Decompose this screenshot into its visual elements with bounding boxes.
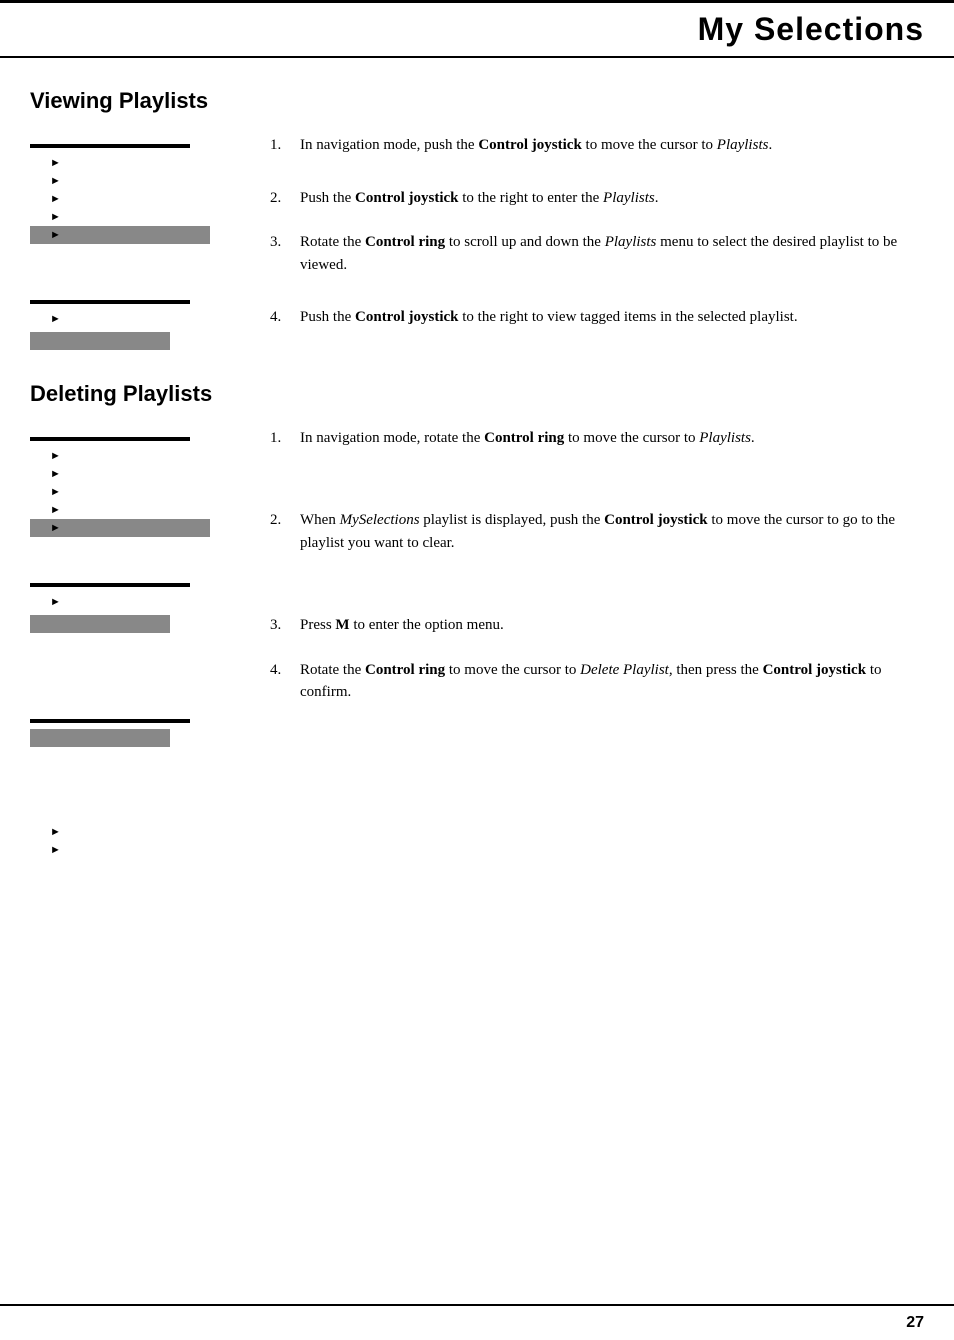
arrow-icon-3: ► (50, 193, 61, 205)
deleting-playlists-section: ► ► ► ► ► ► (30, 427, 924, 859)
deleting-step-3: 3. Press M to enter the option menu. (270, 614, 924, 637)
del-arrow-4: ► (50, 504, 61, 516)
viewing-step-3: 3. Rotate the Control ring to scroll up … (270, 231, 924, 276)
del-bottom-row-1: ► (30, 823, 210, 841)
del-arrow-2: ► (50, 468, 61, 480)
mockup-row-1: ► (30, 154, 210, 172)
deleting-mockup-1: ► ► ► ► ► (30, 437, 210, 537)
bold-text-2: Control joystick (355, 190, 458, 206)
italic-text-2: Playlists (603, 190, 655, 206)
viewing-step-4: 4. Push the Control joystick to the righ… (270, 306, 924, 329)
bold-text-4: Control joystick (355, 309, 458, 325)
main-content: Viewing Playlists ► ► ► ► ► (0, 58, 954, 949)
del-arrow-1: ► (50, 450, 61, 462)
deleting-steps-list: 1. In navigation mode, rotate the Contro… (270, 427, 924, 704)
arrow-icon-single: ► (50, 313, 61, 325)
del-mockup-row-4: ► (30, 501, 210, 519)
deleting-mockup-2: ► (30, 583, 210, 633)
italic-text: Playlists (717, 137, 769, 153)
page-number: 27 (906, 1314, 924, 1332)
del-bold-4a: Control ring (365, 662, 445, 678)
viewing-mockup-2: ► (30, 300, 210, 350)
deleting-step-2: 2. When MySelections playlist is display… (270, 509, 924, 554)
del-arrow-3: ► (50, 486, 61, 498)
deleting-mockup-3 (30, 719, 210, 747)
footer-bar: 27 (0, 1304, 954, 1340)
del-italic-2: MySelections (340, 512, 420, 528)
del-bottom-arrow-1: ► (50, 826, 61, 838)
arrow-icon-1: ► (50, 157, 61, 169)
viewing-playlists-section: ► ► ► ► ► ► (30, 134, 924, 351)
bold-text-3: Control ring (365, 234, 445, 250)
viewing-instructions: 1. In navigation mode, push the Control … (270, 134, 924, 351)
page-title: My Selections (698, 11, 924, 47)
del-mockup-row-3: ► (30, 483, 210, 501)
del-italic-4: Delete Playlist, (580, 662, 672, 678)
del-single-arrow: ► (50, 596, 61, 608)
del-mockup-row-2: ► (30, 465, 210, 483)
del-bold-3: M (335, 617, 349, 633)
viewing-playlists-title: Viewing Playlists (30, 88, 924, 114)
viewing-step-1: 1. In navigation mode, push the Control … (270, 134, 924, 157)
del-mockup-top-bar-1 (30, 437, 190, 441)
italic-text-3: Playlists (605, 234, 657, 250)
viewing-mockup-1: ► ► ► ► ► (30, 144, 210, 244)
mockup-row-2: ► (30, 172, 210, 190)
deleting-mockup-4: ► ► (30, 823, 210, 859)
del-italic-1: Playlists (699, 430, 751, 446)
del-mockup-row-highlighted: ► (30, 519, 210, 537)
arrow-icon-4: ► (50, 211, 61, 223)
del-highlight-bar-2 (30, 615, 170, 633)
deleting-step-1: 1. In navigation mode, rotate the Contro… (270, 427, 924, 450)
viewing-diagram-col: ► ► ► ► ► ► (30, 134, 250, 351)
bold-text: Control joystick (478, 137, 581, 153)
deleting-instructions: 1. In navigation mode, rotate the Contro… (270, 427, 924, 859)
deleting-diagram-col: ► ► ► ► ► ► (30, 427, 250, 859)
del-bold-4b: Control joystick (763, 662, 866, 678)
mockup-row-4: ► (30, 208, 210, 226)
del-bottom-row-2: ► (30, 841, 210, 859)
viewing-step-2: 2. Push the Control joystick to the righ… (270, 187, 924, 210)
del-bold-1: Control ring (484, 430, 564, 446)
arrow-icon-5: ► (50, 229, 61, 241)
deleting-playlists-title: Deleting Playlists (30, 381, 924, 407)
mockup-top-bar-2 (30, 300, 190, 304)
del-bold-2: Control joystick (604, 512, 707, 528)
deleting-step-4: 4. Rotate the Control ring to move the c… (270, 659, 924, 704)
header-bar: My Selections (0, 0, 954, 58)
del-arrow-5: ► (50, 522, 61, 534)
mockup-row-single: ► (30, 310, 210, 328)
mockup-top-bar (30, 144, 190, 148)
del-bottom-arrow-2: ► (50, 844, 61, 856)
viewing-steps-list: 1. In navigation mode, push the Control … (270, 134, 924, 329)
del-mockup-row-1: ► (30, 447, 210, 465)
mockup-row-3: ► (30, 190, 210, 208)
mockup-highlight-bar (30, 332, 170, 350)
mockup-row-highlighted-1: ► (30, 226, 210, 244)
arrow-icon-2: ► (50, 175, 61, 187)
del-mockup-top-bar-2 (30, 583, 190, 587)
del-mockup-single-row: ► (30, 593, 210, 611)
del-highlight-bar-3 (30, 729, 170, 747)
del-mockup-top-bar-3 (30, 719, 190, 723)
